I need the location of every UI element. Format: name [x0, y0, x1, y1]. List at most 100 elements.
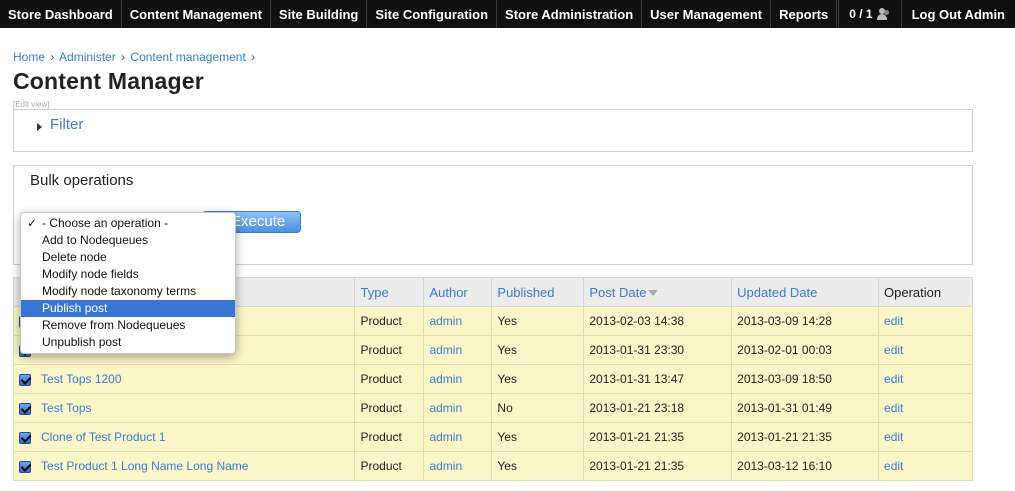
table-row: Test Tops 1200 Product admin Yes 2013-01… [12, 364, 973, 394]
operation-option-modify-taxonomy-terms[interactable]: Modify node taxonomy terms [21, 283, 235, 300]
edit-view-link[interactable]: [Edit view] [13, 100, 49, 109]
post-date-cell: 2013-02-03 14:38 [583, 306, 733, 336]
filter-fieldset: Filter [13, 109, 973, 152]
updated-date-cell: 2013-03-12 16:10 [731, 451, 880, 481]
operation-cell: edit [878, 335, 973, 365]
row-select-cell: Test Product 1 Long Name Long Name [12, 451, 356, 481]
author-cell: admin [423, 393, 493, 423]
row-checkbox[interactable] [19, 460, 31, 473]
column-header-author[interactable]: Author [423, 277, 493, 307]
logout-link[interactable]: Log Out Admin [900, 0, 1015, 28]
admin-nav: Store Dashboard Content Management Site … [0, 0, 838, 28]
table-row: Test Product 1 Long Name Long Name Produ… [12, 451, 973, 481]
updated-date-cell: 2013-01-21 21:35 [731, 422, 880, 452]
row-select-cell: Test Tops [12, 393, 356, 423]
author-link[interactable]: admin [429, 343, 462, 357]
column-header-published[interactable]: Published [491, 277, 585, 307]
updated-date-cell: 2013-02-01 00:03 [731, 335, 880, 365]
operation-select-menu[interactable]: ✓ - Choose an operation - Add to Nodequeu… [20, 212, 236, 354]
online-users-counter[interactable]: 0 / 1 [838, 0, 900, 28]
author-link[interactable]: admin [429, 430, 462, 444]
expand-triangle-icon[interactable] [37, 123, 42, 131]
post-date-cell: 2013-01-21 21:35 [583, 422, 733, 452]
operation-cell: edit [878, 451, 973, 481]
published-cell: Yes [491, 306, 585, 336]
published-cell: Yes [491, 335, 585, 365]
edit-link[interactable]: edit [884, 401, 903, 415]
operation-cell: edit [878, 393, 973, 423]
nav-store-dashboard[interactable]: Store Dashboard [0, 0, 122, 28]
type-cell: Product [354, 393, 425, 423]
author-link[interactable]: admin [429, 401, 462, 415]
table-row: Test Tops Product admin No 2013-01-21 23… [12, 393, 973, 423]
row-checkbox[interactable] [19, 402, 31, 415]
operation-option-publish-post[interactable]: Publish post [21, 300, 235, 317]
post-date-cell: 2013-01-31 23:30 [583, 335, 733, 365]
admin-toolbar: Store Dashboard Content Management Site … [0, 0, 1015, 28]
author-link[interactable]: admin [429, 314, 462, 328]
operation-option-modify-node-fields[interactable]: Modify node fields [21, 266, 235, 283]
users-icon [876, 7, 893, 21]
author-cell: admin [423, 422, 493, 452]
published-cell: Yes [491, 422, 585, 452]
row-select-cell: Clone of Test Product 1 [12, 422, 356, 452]
node-title-link[interactable]: Test Product 1 Long Name Long Name [41, 459, 248, 473]
author-cell: admin [423, 364, 493, 394]
node-title-link[interactable]: Test Tops 1200 [41, 372, 122, 386]
published-cell: Yes [491, 451, 585, 481]
bulk-operations-title: Bulk operations [30, 172, 134, 189]
published-cell: Yes [491, 364, 585, 394]
operation-cell: edit [878, 306, 973, 336]
author-cell: admin [423, 335, 493, 365]
updated-date-cell: 2013-03-09 18:50 [731, 364, 880, 394]
type-cell: Product [354, 422, 425, 452]
row-checkbox[interactable] [19, 431, 31, 444]
checkmark-icon: ✓ [27, 216, 38, 230]
edit-link[interactable]: edit [884, 430, 903, 444]
type-cell: Product [354, 364, 425, 394]
nav-content-management[interactable]: Content Management [122, 0, 271, 28]
operation-option-unpublish-post[interactable]: Unpublish post [21, 334, 235, 351]
breadcrumb-separator: › [50, 50, 55, 64]
breadcrumb-separator: › [251, 50, 256, 64]
breadcrumb-administer[interactable]: Administer [59, 50, 116, 64]
nav-site-building[interactable]: Site Building [271, 0, 368, 28]
nav-user-management[interactable]: User Management [642, 0, 772, 28]
author-cell: admin [423, 451, 493, 481]
type-cell: Product [354, 335, 425, 365]
column-header-post-date[interactable]: Post Date [583, 277, 733, 307]
column-header-operation: Operation [878, 277, 973, 307]
breadcrumb-home[interactable]: Home [13, 50, 45, 64]
nav-store-administration[interactable]: Store Administration [497, 0, 643, 28]
column-header-updated-date[interactable]: Updated Date [731, 277, 880, 307]
post-date-cell: 2013-01-31 13:47 [583, 364, 733, 394]
edit-link[interactable]: edit [884, 459, 903, 473]
breadcrumb-content-management[interactable]: Content management [130, 50, 245, 64]
type-cell: Product [354, 306, 425, 336]
row-select-cell: Test Tops 1200 [12, 364, 356, 394]
operation-option-delete-node[interactable]: Delete node [21, 249, 235, 266]
breadcrumb: Home › Administer › Content management › [13, 50, 257, 64]
author-link[interactable]: admin [429, 372, 462, 386]
filter-toggle[interactable]: Filter [50, 116, 83, 133]
column-header-type[interactable]: Type [354, 277, 425, 307]
online-users-count: 0 / 1 [849, 7, 873, 21]
published-cell: No [491, 393, 585, 423]
operation-option-add-to-nodequeues[interactable]: Add to Nodequeues [21, 232, 235, 249]
row-checkbox[interactable] [19, 373, 31, 386]
operation-option-choose[interactable]: ✓ - Choose an operation - [21, 215, 235, 232]
nav-site-configuration[interactable]: Site Configuration [367, 0, 498, 28]
author-link[interactable]: admin [429, 459, 462, 473]
node-title-link[interactable]: Test Tops [41, 401, 91, 415]
updated-date-cell: 2013-01-31 01:49 [731, 393, 880, 423]
nav-reports[interactable]: Reports [771, 0, 838, 28]
operation-cell: edit [878, 422, 973, 452]
operation-option-remove-from-nodequeues[interactable]: Remove from Nodequeues [21, 317, 235, 334]
page-title: Content Manager [13, 68, 204, 94]
edit-link[interactable]: edit [884, 314, 903, 328]
edit-link[interactable]: edit [884, 372, 903, 386]
updated-date-cell: 2013-03-09 14:28 [731, 306, 880, 336]
table-row: Clone of Test Product 1 Product admin Ye… [12, 422, 973, 452]
node-title-link[interactable]: Clone of Test Product 1 [41, 430, 166, 444]
edit-link[interactable]: edit [884, 343, 903, 357]
